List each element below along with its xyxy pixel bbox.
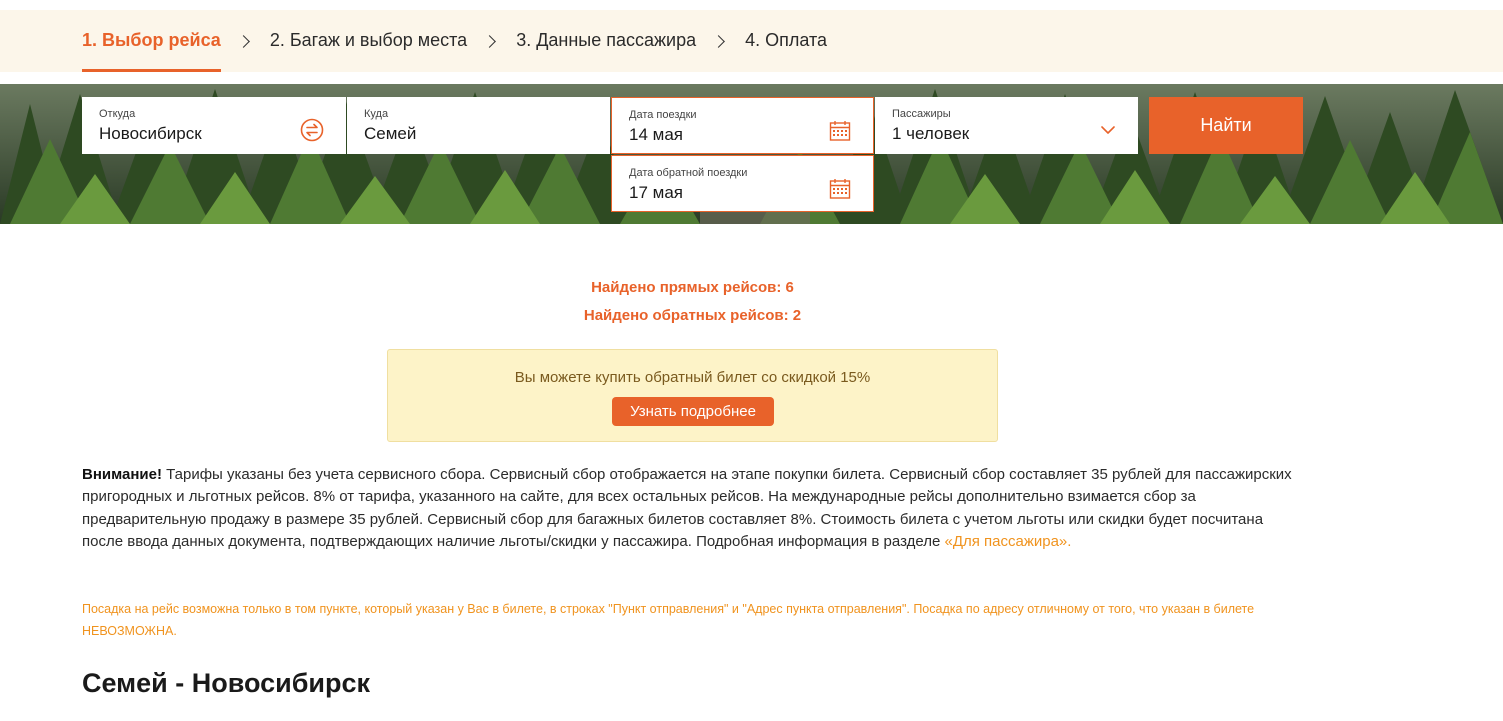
- route-title: Семей - Новосибирск: [82, 668, 371, 698]
- to-value[interactable]: Семей: [364, 124, 416, 144]
- departure-date-label: Дата поездки: [629, 109, 697, 121]
- chevron-right-icon: [236, 34, 250, 48]
- notice-bold: Внимание!: [82, 466, 162, 483]
- step-baggage-seat[interactable]: 2. Багаж и выбор места: [270, 10, 467, 72]
- passengers-value[interactable]: 1 человек: [892, 124, 969, 144]
- passengers-field[interactable]: Пассажиры 1 человек: [875, 97, 1138, 154]
- step-payment[interactable]: 4. Оплата: [745, 10, 827, 72]
- promo-text: Вы можете купить обратный билет со скидк…: [514, 369, 871, 386]
- boarding-warning: Посадка на рейс возможна только в том пу…: [82, 602, 1255, 638]
- passengers-label: Пассажиры: [892, 108, 951, 120]
- to-field[interactable]: Куда Семей: [347, 97, 610, 154]
- find-button[interactable]: Найти: [1149, 97, 1303, 154]
- chevron-right-icon: [483, 34, 497, 48]
- from-value[interactable]: Новосибирск: [99, 124, 202, 144]
- departure-date-value[interactable]: 14 мая: [629, 125, 683, 145]
- return-discount-promo: Вы можете купить обратный билет со скидк…: [387, 349, 998, 442]
- learn-more-button[interactable]: Узнать подробнее: [612, 397, 774, 426]
- service-fee-notice: Внимание! Тарифы указаны без учета серви…: [82, 464, 1292, 553]
- return-date-value[interactable]: 17 мая: [629, 183, 683, 203]
- from-field[interactable]: Откуда Новосибирск: [82, 97, 346, 154]
- return-trips-count: Найдено обратных рейсов: 2: [583, 307, 802, 324]
- chevron-right-icon: [712, 34, 726, 48]
- swap-icon[interactable]: [300, 118, 324, 147]
- return-date-field[interactable]: Дата обратной поездки 17 мая: [611, 155, 874, 212]
- step-select-trip[interactable]: 1. Выбор рейса: [82, 10, 221, 72]
- from-label: Откуда: [99, 108, 136, 120]
- notice-text: Тарифы указаны без учета сервисного сбор…: [82, 466, 1292, 550]
- calendar-icon[interactable]: [829, 120, 851, 147]
- step-passenger-data[interactable]: 3. Данные пассажира: [516, 10, 696, 72]
- to-label: Куда: [364, 108, 389, 120]
- calendar-icon[interactable]: [829, 178, 851, 205]
- direct-trips-count: Найдено прямых рейсов: 6: [591, 279, 794, 296]
- return-date-label: Дата обратной поездки: [629, 167, 748, 179]
- for-passenger-link[interactable]: «Для пассажира».: [944, 533, 1071, 550]
- departure-date-field[interactable]: Дата поездки 14 мая: [611, 97, 874, 154]
- steps-bar: 1. Выбор рейса 2. Багаж и выбор места 3.…: [0, 10, 1503, 72]
- chevron-down-icon[interactable]: [1100, 122, 1116, 140]
